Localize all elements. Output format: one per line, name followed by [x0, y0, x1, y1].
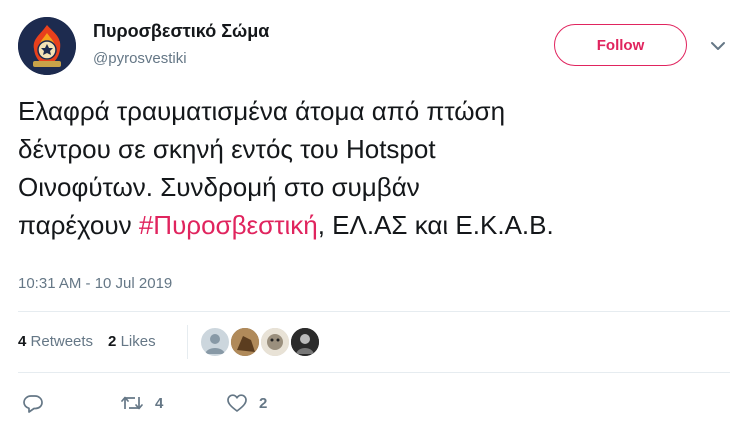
tweet-text: Ελαφρά τραυματισμένα άτομα από πτώση δέν… — [18, 92, 723, 244]
tweet-text-line: δέντρου σε σκηνή εντός του Hotspot — [18, 134, 436, 164]
divider — [18, 372, 730, 373]
reply-button[interactable] — [22, 392, 44, 414]
account-display-name[interactable]: Πυροσβεστικό Σώμα — [93, 21, 269, 42]
tweet-text-line: παρέχουν #Πυροσβεστική, ΕΛ.ΑΣ και Ε.Κ.Α.… — [18, 206, 723, 244]
likes-count: 2 — [108, 333, 117, 350]
heart-icon — [227, 394, 247, 412]
likes-label: Likes — [120, 333, 156, 350]
account-handle[interactable]: @pyrosvestiki — [93, 50, 187, 67]
like-button[interactable]: 2 — [226, 392, 267, 414]
follow-button[interactable]: Follow — [554, 24, 687, 66]
liker-avatar[interactable] — [259, 326, 291, 358]
reply-icon — [23, 395, 43, 413]
account-avatar[interactable] — [18, 17, 76, 75]
tweet-stats: 4 Retweets 2 Likes — [18, 333, 156, 350]
liker-avatars — [199, 326, 321, 360]
retweets-count: 4 — [18, 333, 27, 350]
retweet-count: 4 — [155, 394, 164, 412]
tweet-text-line: Ελαφρά τραυματισμένα άτομα από πτώση — [18, 96, 506, 126]
liker-avatar[interactable] — [199, 326, 231, 358]
divider — [18, 311, 730, 312]
liker-avatar[interactable] — [229, 326, 261, 358]
tweet-text-fragment: παρέχουν — [18, 210, 139, 240]
chevron-down-icon[interactable] — [707, 35, 729, 57]
retweets-stat[interactable]: 4 Retweets — [18, 333, 93, 350]
fire-service-logo-icon — [18, 17, 76, 75]
tweet-text-line: Οινοφύτων. Συνδρομή στο συμβάν — [18, 172, 420, 202]
retweets-label: Retweets — [30, 333, 94, 350]
like-count: 2 — [259, 394, 268, 412]
hashtag-link[interactable]: #Πυροσβεστική — [139, 210, 318, 240]
tweet-text-fragment: , ΕΛ.ΑΣ και Ε.Κ.Α.Β. — [317, 210, 554, 240]
liker-avatar[interactable] — [289, 326, 321, 358]
retweet-button[interactable]: 4 — [120, 392, 163, 414]
stats-separator — [187, 325, 188, 359]
tweet-timestamp[interactable]: 10:31 AM - 10 Jul 2019 — [18, 275, 172, 292]
retweet-icon — [121, 396, 143, 410]
likes-stat[interactable]: 2 Likes — [108, 333, 156, 350]
